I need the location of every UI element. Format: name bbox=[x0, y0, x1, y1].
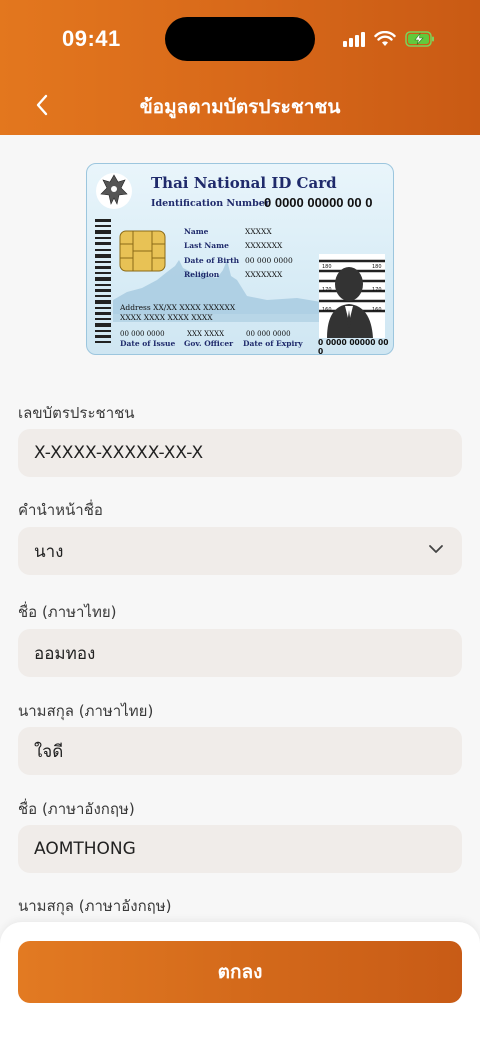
firstname-th-field[interactable]: ออมทอง bbox=[18, 629, 462, 677]
card-title: Thai National ID Card bbox=[151, 174, 337, 192]
id-card-illustration: Thai National ID Card Identification Num… bbox=[86, 163, 394, 355]
card-expiry-label: Date of Expiry bbox=[243, 339, 303, 348]
status-bar: 09:41 bbox=[0, 0, 480, 80]
confirm-button[interactable]: ตกลง bbox=[18, 941, 462, 1003]
height-mark: 180 bbox=[372, 264, 382, 270]
battery-charging-icon bbox=[405, 31, 434, 47]
lastname-en-label: นามสกุล (ภาษาอังกฤษ) bbox=[18, 897, 172, 915]
height-mark: 160 bbox=[322, 307, 332, 313]
card-address-line2: XXXX XXXX XXXX XXXX bbox=[120, 313, 213, 322]
height-mark: 160 bbox=[372, 307, 382, 313]
bottom-action-panel: ตกลง bbox=[0, 922, 480, 1044]
card-bottom-number: 0 0000 00000 00 0 bbox=[318, 338, 389, 355]
firstname-en-field[interactable]: AOMTHONG bbox=[18, 825, 462, 873]
chevron-down-icon bbox=[429, 545, 443, 553]
card-religion-value: XXXXXXX bbox=[245, 270, 283, 279]
status-icons bbox=[343, 29, 435, 49]
app-header: 09:41 ข้อมูลตามบัตรประชาชน bbox=[0, 0, 480, 135]
firstname-en-label: ชื่อ (ภาษาอังกฤษ) bbox=[18, 800, 135, 818]
card-lastname-label: Last Name bbox=[184, 241, 229, 250]
garuda-emblem-icon bbox=[96, 173, 132, 209]
firstname-th-label: ชื่อ (ภาษาไทย) bbox=[18, 603, 117, 621]
prefix-selected-value: นาง bbox=[34, 541, 64, 562]
dynamic-island bbox=[165, 17, 315, 61]
card-name-value: XXXXX bbox=[245, 227, 272, 236]
card-dob-value: 00 000 0000 bbox=[245, 256, 293, 265]
card-officer-value: XXX XXXX bbox=[187, 330, 225, 338]
card-address: Address XX/XX XXXX XXXXXX XXXX XXXX XXXX… bbox=[120, 303, 235, 323]
card-address-line1: Address XX/XX XXXX XXXXXX bbox=[120, 303, 236, 312]
card-lastname-value: XXXXXXX bbox=[245, 241, 283, 250]
card-id-number: 0 0000 00000 00 0 bbox=[264, 195, 373, 210]
card-issue-label: Date of Issue bbox=[120, 339, 176, 348]
lastname-th-label: นามสกุล (ภาษาไทย) bbox=[18, 702, 154, 720]
id-number-label: เลขบัตรประชาชน bbox=[18, 404, 135, 422]
page-title: ข้อมูลตามบัตรประชาชน bbox=[139, 96, 341, 118]
height-mark: 170 bbox=[372, 287, 382, 293]
signal-icon bbox=[343, 31, 365, 47]
wifi-icon bbox=[374, 31, 396, 46]
confirm-button-label: ตกลง bbox=[217, 961, 263, 983]
card-issue-value: 00 000 0000 bbox=[120, 330, 165, 338]
prefix-select[interactable]: นาง bbox=[18, 527, 462, 575]
card-dob-label: Date of Birth bbox=[184, 256, 240, 265]
lastname-th-field[interactable]: ใจดี bbox=[18, 727, 462, 775]
height-mark: 180 bbox=[322, 264, 332, 270]
nav-bar: ข้อมูลตามบัตรประชาชน bbox=[0, 80, 480, 130]
id-number-field[interactable]: X-XXXX-XXXXX-XX-X bbox=[18, 429, 462, 477]
barcode-graphic bbox=[95, 219, 111, 343]
card-expiry-value: 00 000 0000 bbox=[246, 330, 291, 338]
card-id-label: Identification Number bbox=[151, 198, 270, 209]
chip-graphic bbox=[119, 230, 166, 272]
card-religion-label: Religion bbox=[184, 270, 220, 279]
height-mark: 170 bbox=[322, 287, 332, 293]
prefix-label: คำนำหน้าชื่อ bbox=[18, 501, 103, 519]
card-officer-label: Gov. Officer bbox=[184, 339, 234, 348]
status-time: 09:41 bbox=[62, 26, 121, 51]
card-name-label: Name bbox=[184, 227, 209, 236]
id-card-graphics bbox=[95, 173, 385, 343]
